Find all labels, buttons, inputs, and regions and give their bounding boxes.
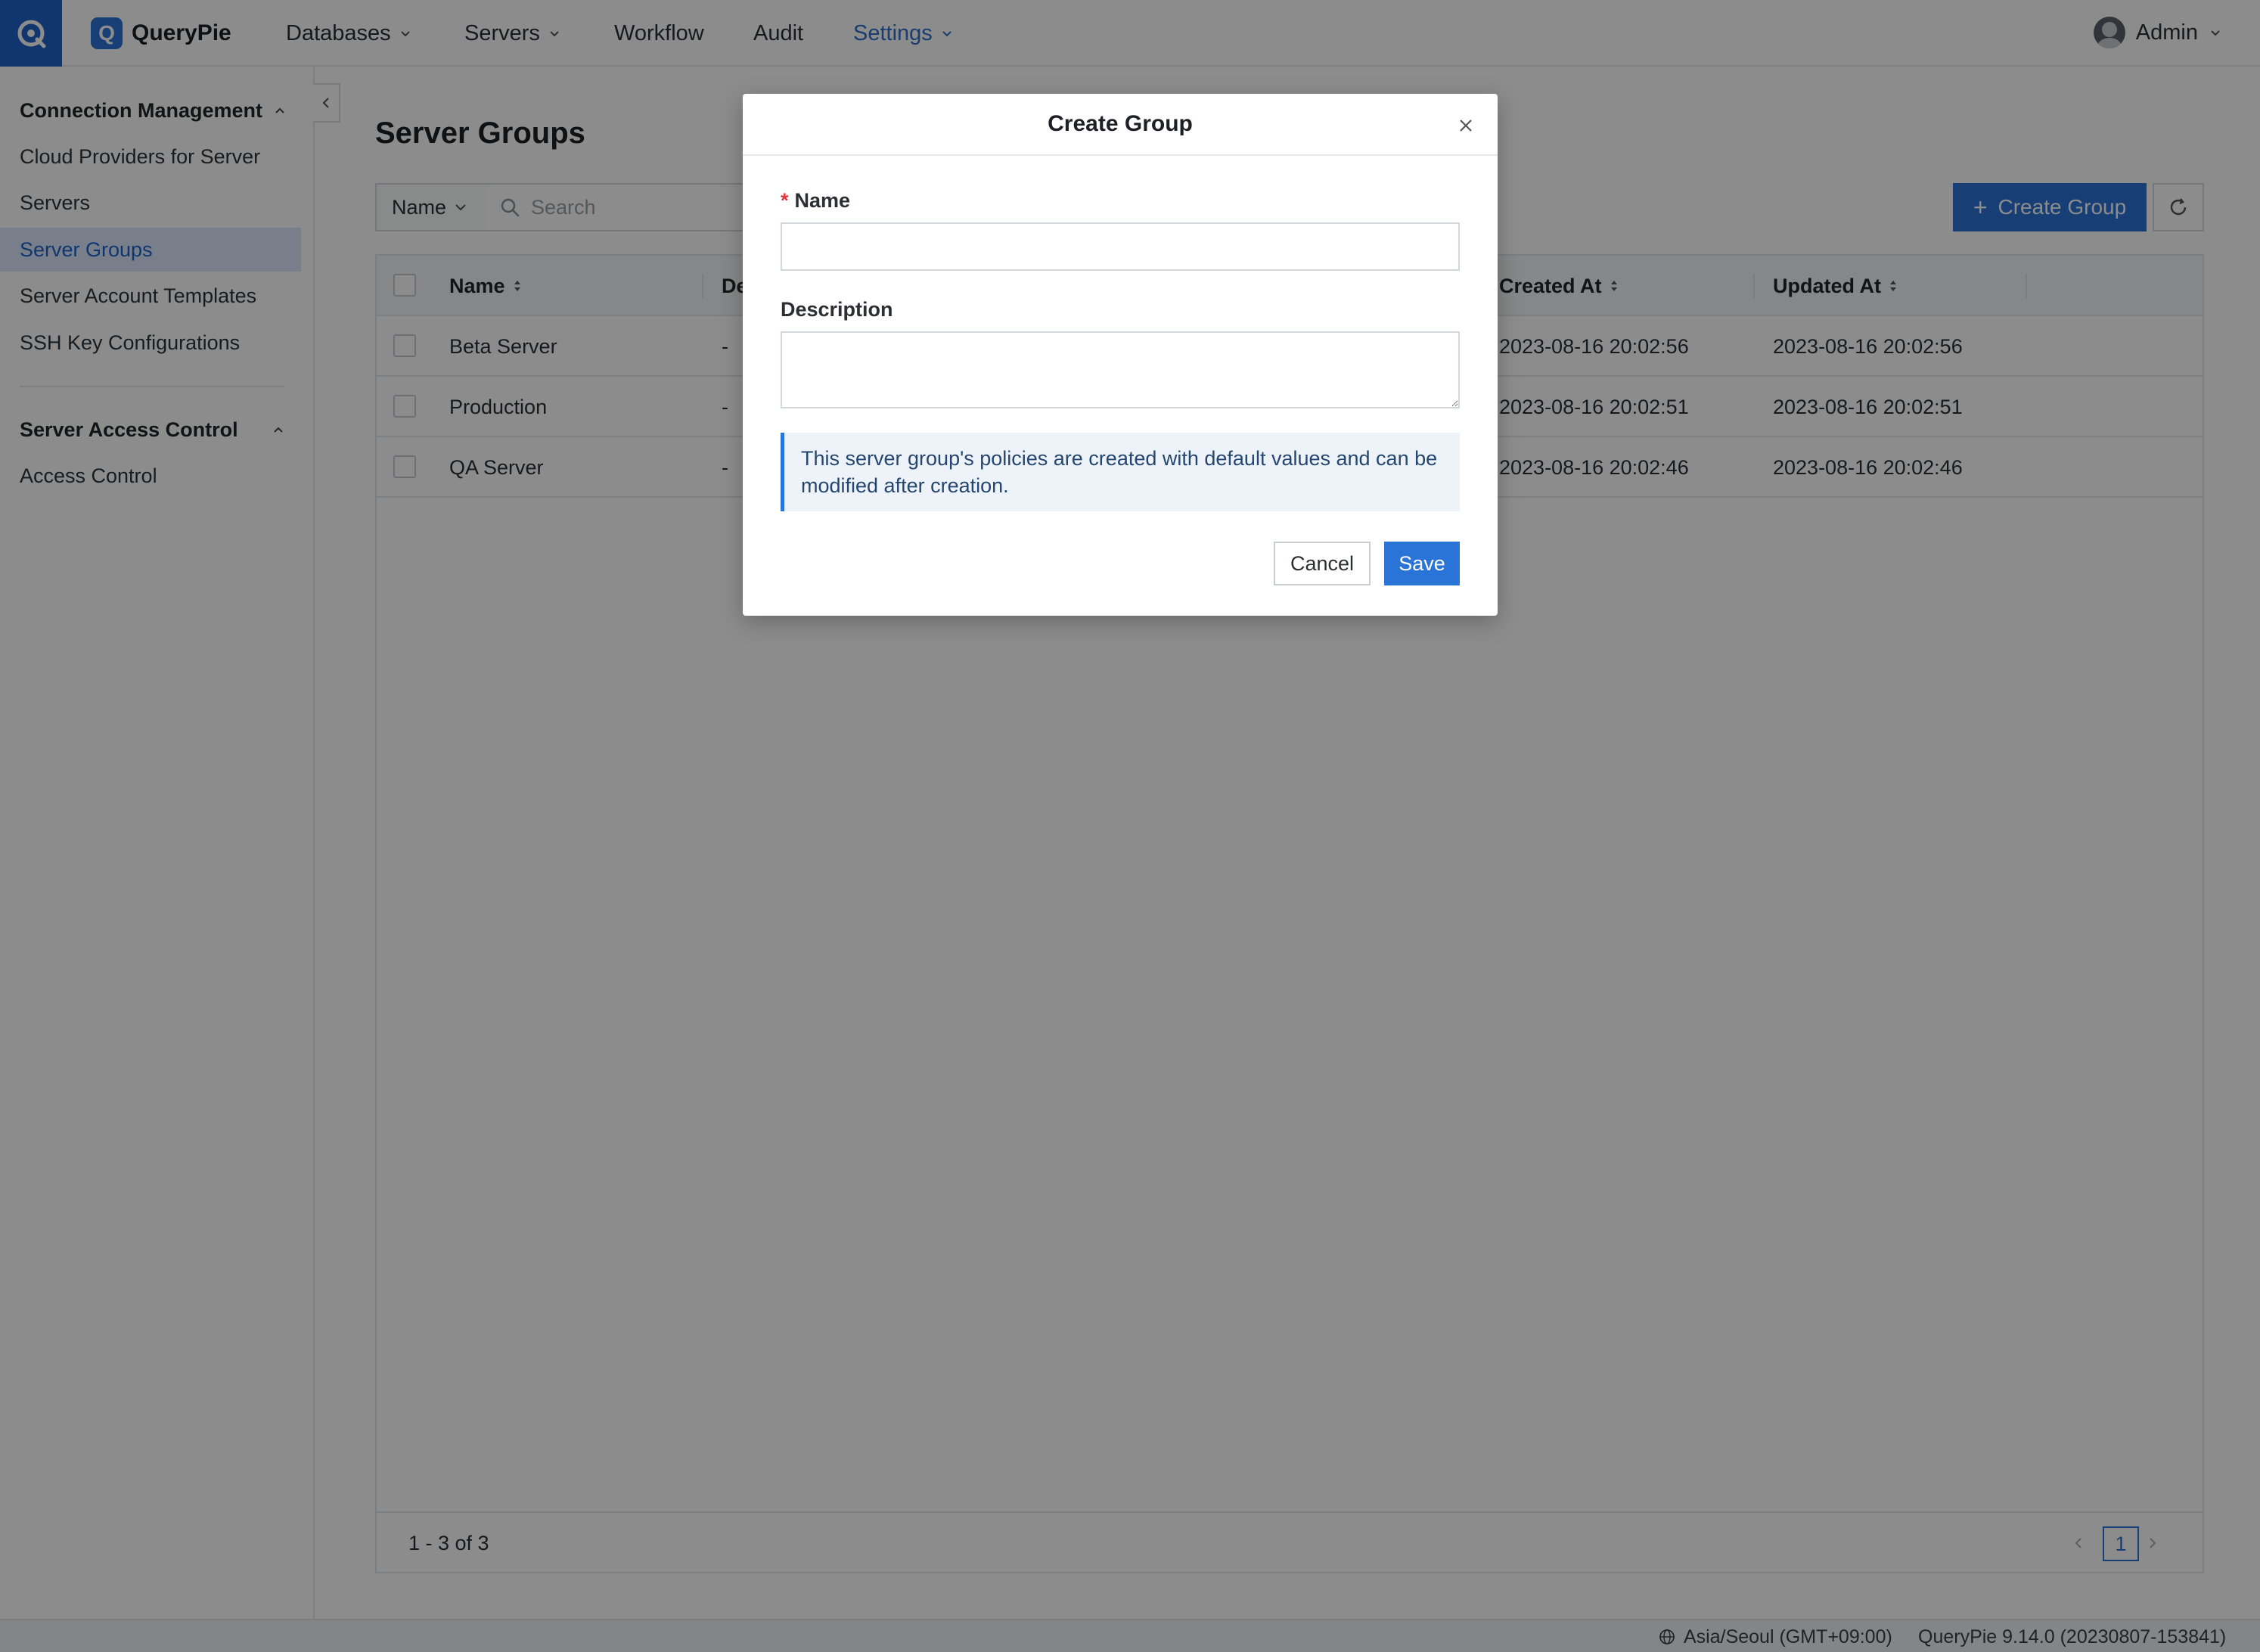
- name-field-label: * Name: [781, 189, 850, 213]
- create-group-dialog: Create Group * Name Description This ser…: [743, 94, 1498, 616]
- description-label-text: Description: [781, 298, 893, 321]
- info-message: This server group's policies are created…: [781, 433, 1460, 511]
- dialog-header: Create Group: [743, 94, 1498, 156]
- save-button[interactable]: Save: [1384, 542, 1460, 585]
- dialog-title: Create Group: [1048, 111, 1193, 136]
- close-icon: [1460, 120, 1472, 132]
- close-button[interactable]: [1455, 115, 1476, 136]
- required-mark: *: [781, 189, 789, 212]
- cancel-button[interactable]: Cancel: [1274, 542, 1371, 585]
- name-label-text: Name: [794, 189, 851, 212]
- description-field[interactable]: [781, 331, 1460, 408]
- name-field[interactable]: [781, 222, 1460, 271]
- description-field-label: Description: [781, 298, 893, 321]
